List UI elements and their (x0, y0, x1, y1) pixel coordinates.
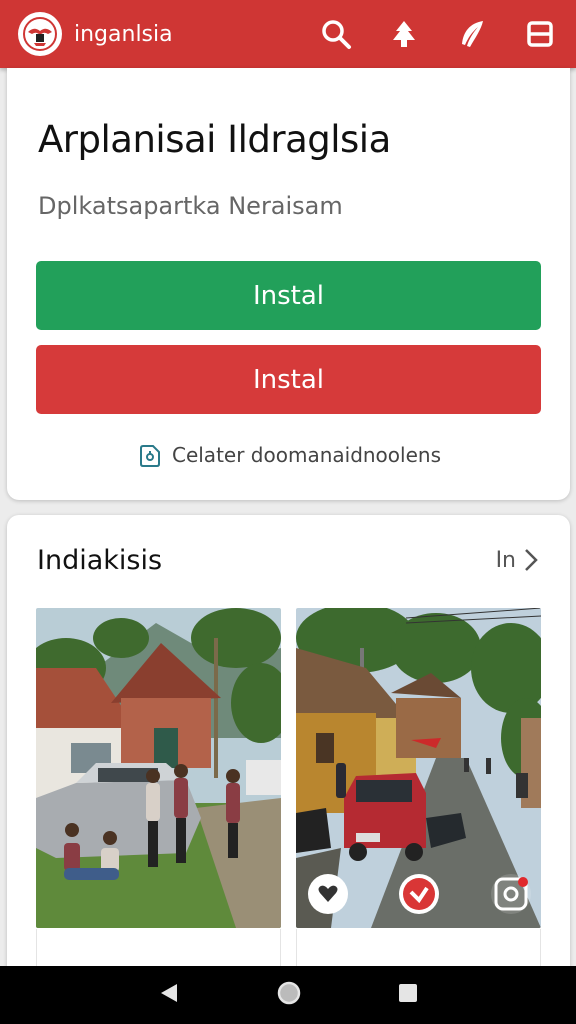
camera-icon (494, 877, 528, 911)
app-info-card: Arplanisai Ildraglsia Dplkatsapartka Ner… (7, 68, 570, 500)
back-icon (161, 983, 178, 1002)
search-button[interactable] (314, 12, 358, 56)
chevron-right-icon (525, 549, 538, 571)
install-button-secondary[interactable]: Instal (36, 345, 541, 414)
gallery-card: Indiakisis In (7, 515, 570, 989)
top-app-bar: inganlsia (0, 0, 576, 68)
search-icon (322, 20, 351, 49)
gallery-photo-street[interactable] (296, 608, 541, 928)
heart-icon (318, 885, 338, 902)
more-label: In (495, 547, 516, 573)
info-text: Celater doomanaidnoolens (171, 443, 441, 467)
system-nav-bar (0, 966, 576, 1024)
tree-button[interactable] (382, 12, 426, 56)
app-name: inganlsia (74, 21, 173, 47)
gallery-photo-village[interactable] (36, 608, 281, 928)
tree-icon (393, 21, 415, 47)
check-icon (403, 878, 435, 910)
gallery-title: Indiakisis (37, 545, 163, 576)
recents-button[interactable] (397, 982, 419, 1009)
village-photo (36, 608, 281, 928)
install-button-primary[interactable]: Instal (36, 261, 541, 330)
feather-icon (462, 21, 483, 47)
recents-icon (398, 983, 417, 1002)
info-row[interactable]: Celater doomanaidnoolens (7, 441, 570, 469)
menu-icon (527, 21, 553, 47)
check-button[interactable] (399, 874, 439, 914)
feather-button[interactable] (450, 12, 494, 56)
heart-button[interactable] (308, 874, 348, 914)
menu-button[interactable] (518, 12, 562, 56)
garuda-logo-icon (23, 17, 57, 51)
home-button[interactable] (276, 980, 302, 1011)
app-title: Arplanisai Ildraglsia (38, 118, 391, 161)
app-subtitle: Dplkatsapartka Neraisam (38, 192, 343, 220)
camera-button[interactable] (491, 874, 531, 914)
lock-icon (139, 445, 160, 467)
app-logo[interactable] (18, 12, 62, 56)
gallery-more-link[interactable]: In (496, 547, 540, 573)
home-icon (277, 981, 301, 1004)
back-button[interactable] (157, 981, 181, 1010)
